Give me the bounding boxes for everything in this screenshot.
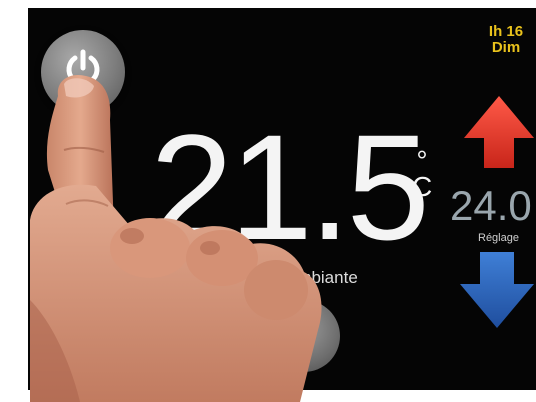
ambient-temperature-label: re ambiante — [268, 268, 358, 287]
ambient-temperature-value: 21.5 — [150, 103, 430, 271]
setpoint-label: Réglage — [478, 232, 519, 244]
temperature-unit: ° C — [412, 147, 433, 202]
power-icon — [66, 49, 100, 86]
photo-frame: Ih 16 Dim 21.5 ° C re ambiante 24.0 Régl… — [0, 0, 536, 402]
power-button[interactable] — [41, 30, 125, 114]
clock-time: Ih 16 — [488, 23, 524, 40]
clock-display: Ih 16 Dim — [474, 24, 536, 56]
bottom-round-button[interactable] — [268, 300, 340, 372]
arrow-down-icon[interactable] — [458, 250, 536, 330]
celsius-letter: C — [412, 171, 433, 202]
setpoint-value: 24.0 — [450, 182, 532, 229]
clock-day: Dim — [491, 39, 521, 56]
arrow-up-icon[interactable] — [462, 94, 536, 170]
